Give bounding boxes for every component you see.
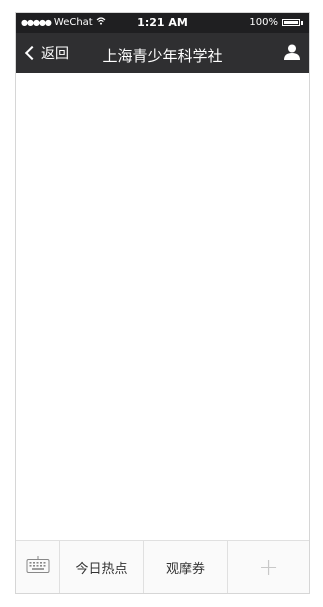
battery-percent: 100% [249,17,278,28]
battery-tip [301,20,303,25]
status-bar: ●●●●● WeChat 1:21 AM 100% [16,13,309,33]
phone-screen: ●●●●● WeChat 1:21 AM 100% 返回 上海青少年科学社 今日… [15,12,310,594]
plus-icon: + [258,553,279,581]
battery-icon [282,19,300,26]
page-title: 上海青少年科学社 [102,47,223,65]
keyboard-toggle-button[interactable] [16,541,60,593]
person-icon[interactable] [283,43,301,61]
nav-bar: 返回 上海青少年科学社 [16,33,309,73]
keyboard-icon [26,556,50,578]
menu-item-tickets[interactable]: 观摩券 [144,541,228,593]
chat-content [16,73,309,543]
status-right: 100% [249,17,303,28]
add-menu-button[interactable]: + [228,541,309,593]
menu-item-hot-today[interactable]: 今日热点 [60,541,144,593]
bottom-menu: 今日热点 观摩券 + [16,540,309,593]
